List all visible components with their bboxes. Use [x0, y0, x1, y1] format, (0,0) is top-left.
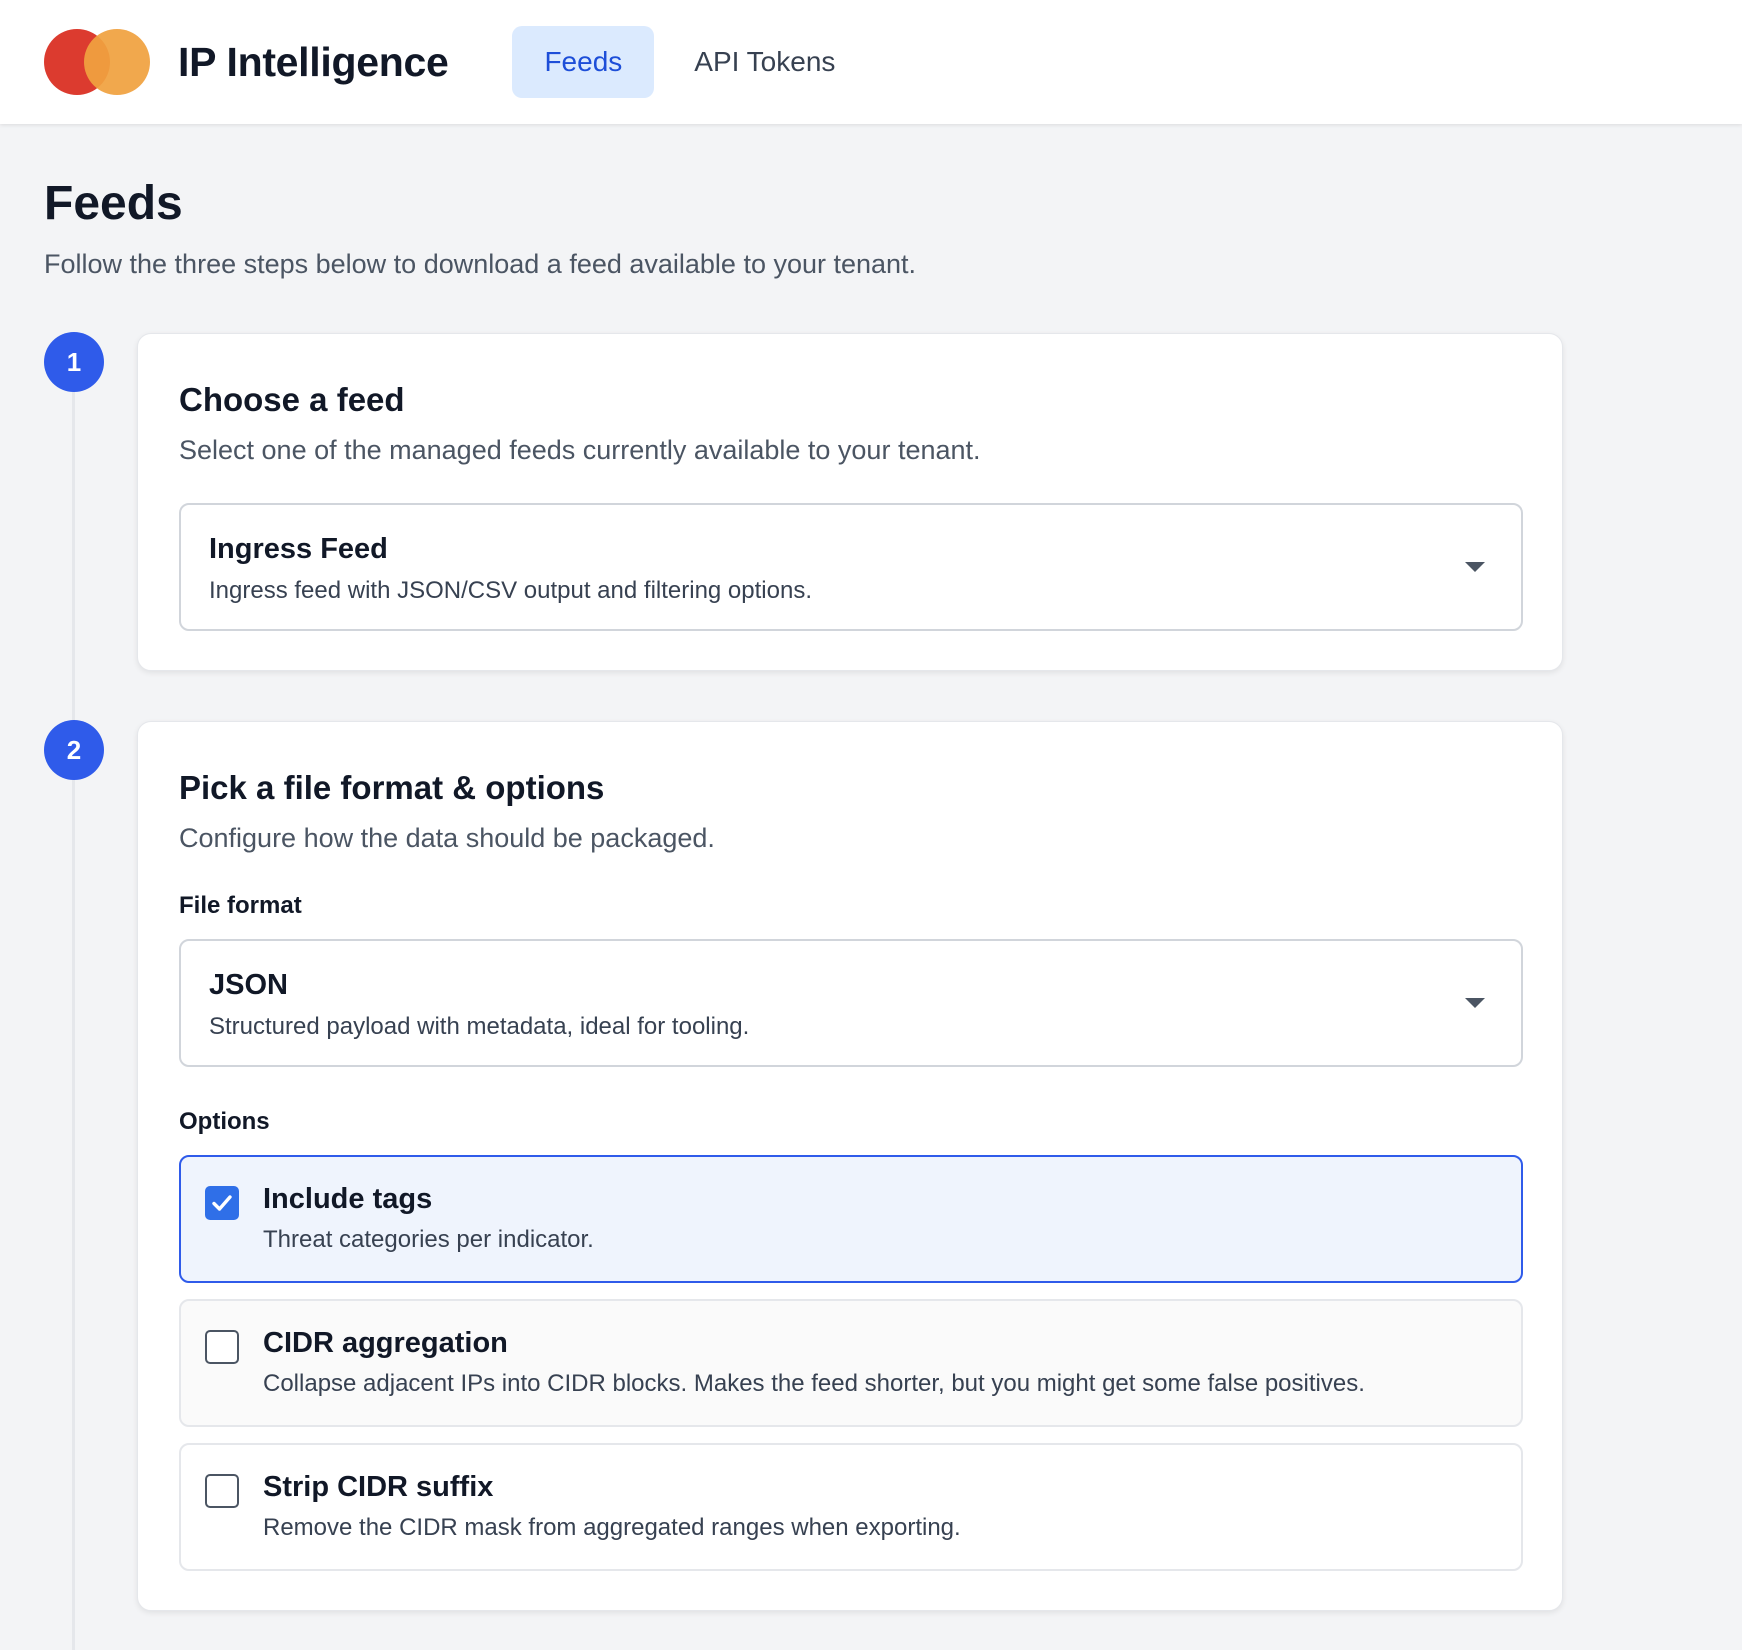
logo-orange-circle [84, 29, 150, 95]
checkbox-checked[interactable] [205, 1186, 239, 1220]
tab-api-tokens[interactable]: API Tokens [662, 26, 867, 98]
top-navigation-bar: IP Intelligence Feeds API Tokens [0, 0, 1742, 124]
step-number-badge: 1 [44, 332, 104, 392]
option-title: Strip CIDR suffix [263, 1471, 494, 1503]
feed-select[interactable]: Ingress Feed Ingress feed with JSON/CSV … [179, 503, 1523, 631]
file-format-select[interactable]: JSON Structured payload with metadata, i… [179, 939, 1523, 1067]
file-format-label: File format [179, 892, 302, 919]
step-description: Select one of the managed feeds currentl… [179, 435, 981, 465]
step-description: Configure how the data should be package… [179, 823, 715, 853]
page-title: Feeds [44, 177, 183, 230]
option-title: CIDR aggregation [263, 1327, 508, 1359]
feed-select-description: Ingress feed with JSON/CSV output and fi… [209, 577, 812, 604]
step-number-badge: 2 [44, 720, 104, 780]
option-title: Include tags [263, 1183, 433, 1215]
option-include-tags[interactable]: Include tags Threat categories per indic… [179, 1155, 1523, 1283]
tab-feeds[interactable]: Feeds [512, 26, 655, 98]
checkbox-unchecked[interactable] [205, 1474, 239, 1508]
brand-name: IP Intelligence [178, 38, 449, 85]
feed-select-value: Ingress Feed [209, 533, 388, 565]
chevron-down-icon [1465, 562, 1485, 572]
options-label: Options [179, 1108, 270, 1135]
chevron-down-icon [1465, 998, 1485, 1008]
step-card-format-options: Pick a file format & options Configure h… [137, 721, 1563, 1611]
file-format-select-value: JSON [209, 969, 288, 1001]
option-description: Remove the CIDR mask from aggregated ran… [263, 1514, 961, 1541]
file-format-select-description: Structured payload with metadata, ideal … [209, 1013, 750, 1040]
brand-logo [44, 29, 150, 95]
option-cidr-aggregation[interactable]: CIDR aggregation Collapse adjacent IPs i… [179, 1299, 1523, 1427]
option-description: Collapse adjacent IPs into CIDR blocks. … [263, 1370, 1365, 1397]
step-card-choose-feed: Choose a feed Select one of the managed … [137, 333, 1563, 671]
page-subtitle: Follow the three steps below to download… [44, 249, 917, 279]
step-title: Choose a feed [179, 381, 405, 418]
checkbox-unchecked[interactable] [205, 1330, 239, 1364]
step-connector-line [72, 360, 75, 1650]
option-strip-cidr-suffix[interactable]: Strip CIDR suffix Remove the CIDR mask f… [179, 1443, 1523, 1571]
checkmark-icon [212, 1195, 232, 1211]
option-description: Threat categories per indicator. [263, 1226, 594, 1253]
step-title: Pick a file format & options [179, 769, 605, 806]
